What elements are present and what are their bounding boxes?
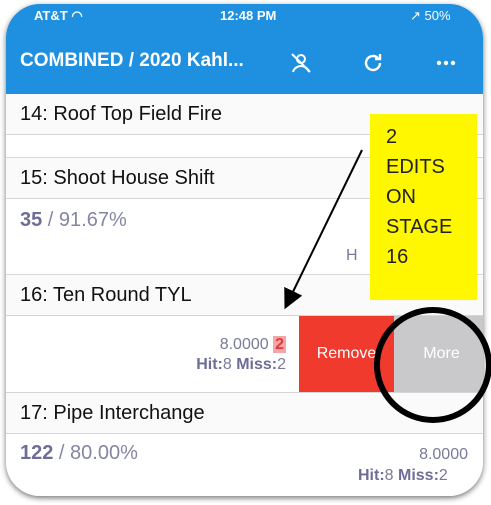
page-title: COMBINED / 2020 Kahl... (20, 50, 244, 71)
stage-title: 17: Pipe Interchange (6, 393, 483, 434)
stage-time: 8.0000 (419, 446, 468, 463)
clock: 12:48 PM (220, 8, 277, 23)
refresh-icon[interactable] (358, 48, 388, 78)
status-bar: AT&T ◠ 12:48 PM ↗ 50% (6, 4, 483, 30)
hit-miss-label: Hit:8 Miss:2 (358, 467, 448, 484)
phone-screen: AT&T ◠ 12:48 PM ↗ 50% COMBINED / 2020 Ka… (6, 4, 483, 496)
callout-line: STAGE (386, 216, 453, 238)
more-button[interactable]: More (394, 316, 483, 392)
list-item[interactable]: 17: Pipe Interchange 122 / 80.00% 8.0000… (6, 393, 483, 496)
nav-bar: COMBINED / 2020 Kahl... (6, 30, 483, 94)
more-options-icon[interactable] (431, 48, 461, 78)
user-off-icon[interactable] (286, 48, 316, 78)
wifi-icon: ◠ (71, 8, 83, 23)
hit-miss-label: H (346, 247, 358, 264)
annotation-callout: 2 EDITS ON STAGE 16 (370, 114, 477, 300)
remove-button[interactable]: Remove (299, 316, 394, 392)
callout-line: 16 (386, 246, 409, 268)
callout-line: 2 (386, 126, 398, 148)
stage-body: 8.0000 2 Hit:8 Miss:2 Remove More (6, 316, 483, 393)
battery-label: ↗ 50% (410, 8, 451, 23)
stage-body: 122 / 80.00% 8.0000 Hit:8 Miss:2 (6, 434, 483, 496)
callout-line: ON (386, 186, 416, 208)
edits-badge: 2 (273, 336, 286, 353)
stage-time: 8.0000 2 (219, 336, 286, 353)
stage-score: 35 / 91.67% (20, 209, 127, 231)
carrier-label: AT&T ◠ (34, 8, 83, 23)
stage-score: 122 / 80.00% (20, 442, 138, 464)
callout-line: EDITS (386, 156, 445, 178)
hit-miss-label: Hit:8 Miss:2 (196, 356, 286, 373)
